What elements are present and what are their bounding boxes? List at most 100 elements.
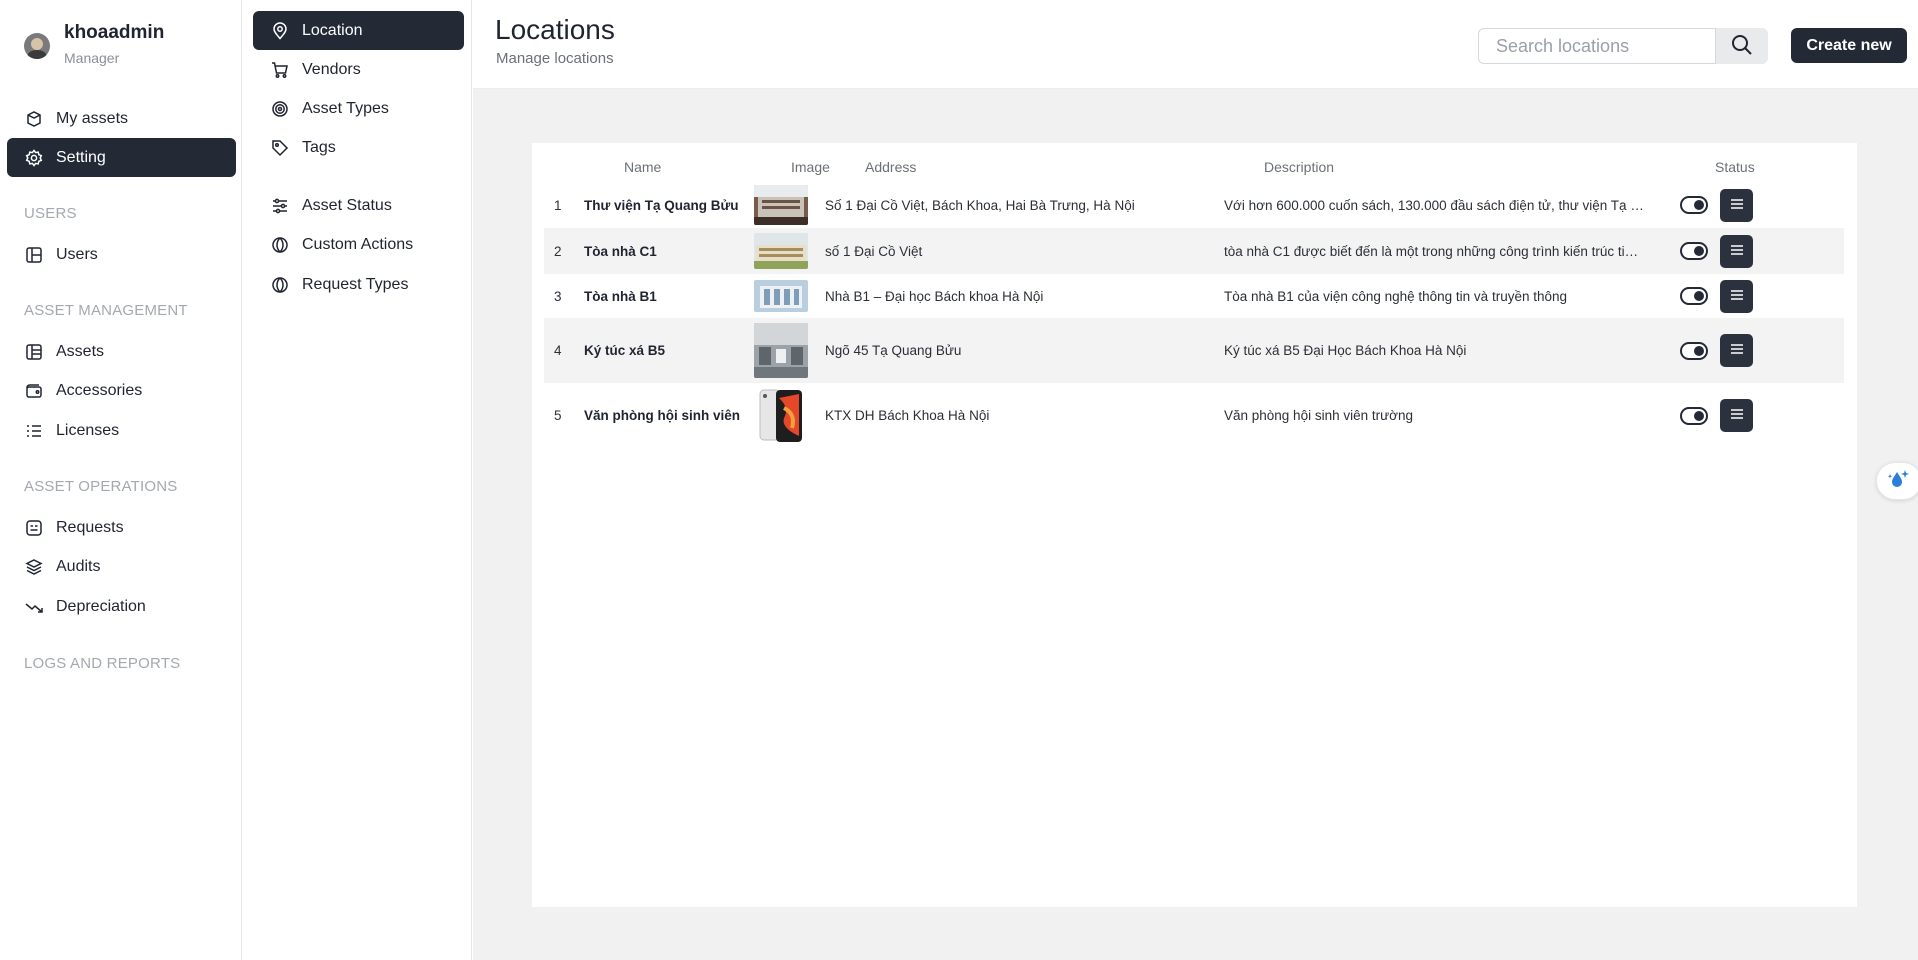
location-address: Ngõ 45 Tạ Quang Bửu [825,343,962,358]
page-subtitle: Manage locations [496,50,614,67]
section-asset-management: ASSET MANAGEMENT [24,302,188,319]
target-icon [270,99,290,119]
search-button[interactable] [1716,28,1768,64]
table-row[interactable]: 5 Văn phòng hội sinh viên KTX DH Bách Kh… [544,383,1844,448]
cart-icon [270,60,290,80]
sidebar-item-label: Depreciation [56,597,146,615]
location-name: Tòa nhà C1 [584,243,657,259]
submenu-item-label: Custom Actions [302,235,414,253]
location-image [754,233,808,269]
row-menu-button[interactable] [1720,234,1753,268]
submenu-item-label: Location [302,21,363,39]
sidebar-item-label: Licenses [56,421,120,439]
submenu-item-custom-actions[interactable]: Custom Actions [253,225,464,264]
submenu-item-asset-status[interactable]: Asset Status [253,186,464,225]
column-header-name: Name [624,159,662,175]
location-address: KTX DH Bách Khoa Hà Nội [825,408,990,423]
user-profile[interactable]: khoaadmin Manager [24,22,164,66]
sidebar-item-users[interactable]: Users [7,235,236,274]
status-toggle[interactable] [1680,242,1708,260]
menu-icon [1730,198,1744,213]
location-name: Ký túc xá B5 [584,343,666,358]
locations-table: Name Image Address Description Status 1 … [532,143,1857,907]
table-row[interactable]: 2 Tòa nhà C1 số 1 Đại Cồ Việt tòa nhà C1… [544,228,1844,274]
sidebar-item-label: Requests [56,518,124,536]
column-header-status: Status [1715,159,1755,175]
table-row[interactable]: 3 Tòa nhà B1 Nhà B1 – Đại học Bách khoa … [544,274,1844,318]
trend-down-icon [24,597,44,617]
sparkle-drop-icon [1886,466,1912,497]
submenu-item-request-types[interactable]: Request Types [253,265,464,304]
layers-icon [24,557,44,577]
status-toggle[interactable] [1680,406,1708,425]
sidebar-item-label: My assets [56,109,129,127]
submenu-item-tags[interactable]: Tags [253,128,464,167]
sidebar-item-label: Audits [56,557,101,575]
tag-icon [270,138,290,158]
location-pin-icon [270,21,290,41]
gear-icon [24,148,44,168]
users-icon [24,245,44,265]
row-menu-button[interactable] [1720,279,1753,313]
row-index: 2 [554,243,562,259]
wallet-icon [24,381,44,401]
sidebar-item-my-assets[interactable]: My assets [7,99,236,138]
sidebar-item-setting[interactable]: Setting [7,138,236,177]
table-row[interactable]: 4 Ký túc xá B5 Ngõ 45 Tạ Quang Bửu Ký tú… [544,318,1844,383]
sidebar-item-depreciation[interactable]: Depreciation [7,587,236,626]
submenu-item-asset-types[interactable]: Asset Types [253,89,464,128]
sidebar-item-audits[interactable]: Audits [7,547,236,586]
sliders-icon [270,196,290,216]
submenu-item-vendors[interactable]: Vendors [253,50,464,89]
main-content: Locations Manage locations Create new Na… [473,0,1918,960]
leaf-icon [270,235,290,255]
section-logs-reports[interactable]: LOGS AND REPORTS [24,655,180,672]
sidebar-item-requests[interactable]: Requests [7,508,236,547]
sidebar-item-accessories[interactable]: Accessories [7,371,236,410]
user-role: Manager [64,50,120,66]
location-image [754,280,808,312]
floating-assistant-button[interactable] [1876,462,1918,500]
row-menu-button[interactable] [1720,334,1753,367]
list-icon [24,421,44,441]
sidebar-item-label: Assets [56,342,105,360]
sidebar-item-label: Setting [56,148,106,166]
row-menu-button[interactable] [1720,399,1753,432]
location-name: Văn phòng hội sinh viên [584,408,741,423]
search-icon [1730,33,1754,60]
status-toggle[interactable] [1680,341,1708,360]
submenu-item-location[interactable]: Location [253,11,464,50]
location-address: Nhà B1 – Đại học Bách khoa Hà Nội [825,288,1044,304]
column-header-description: Description [1264,159,1335,175]
row-menu-button[interactable] [1720,188,1753,222]
row-index: 5 [554,408,562,423]
status-toggle[interactable] [1680,287,1708,305]
sidebar-item-assets[interactable]: Assets [7,332,236,371]
avatar [24,33,50,59]
location-image [754,388,808,443]
location-description: Ký túc xá B5 Đại Học Bách Khoa Hà Nội [1224,343,1467,358]
settings-submenu: Location Vendors Asset Types Tags Asset … [243,0,472,960]
table-row[interactable]: 1 Thư viện Tạ Quang Bửu Số 1 Đại Cồ Việt… [544,182,1844,228]
section-users: USERS [24,205,77,222]
section-asset-operations: ASSET OPERATIONS [24,478,178,495]
row-index: 1 [554,197,562,213]
status-toggle[interactable] [1680,196,1708,214]
user-name: khoaadmin [64,22,165,43]
leaf-icon [270,275,290,295]
column-header-image: Image [791,159,830,175]
create-new-button[interactable]: Create new [1791,28,1907,63]
location-description: Với hơn 600.000 cuốn sách, 130.000 đầu s… [1224,197,1644,213]
main-sidebar: khoaadmin Manager My assets Setting USER… [0,0,242,960]
search-input[interactable] [1478,28,1716,64]
sidebar-item-licenses[interactable]: Licenses [7,411,236,450]
location-image [754,323,808,378]
location-description: Tòa nhà B1 của viện công nghệ thông tin … [1224,288,1567,304]
location-address: Số 1 Đại Cồ Việt, Bách Khoa, Hai Bà Trưn… [825,197,1135,213]
column-header-address: Address [865,159,917,175]
location-name: Tòa nhà B1 [584,288,657,304]
menu-icon [1730,408,1744,423]
submenu-item-label: Vendors [302,60,361,78]
location-image [754,185,808,225]
assets-icon [24,342,44,362]
